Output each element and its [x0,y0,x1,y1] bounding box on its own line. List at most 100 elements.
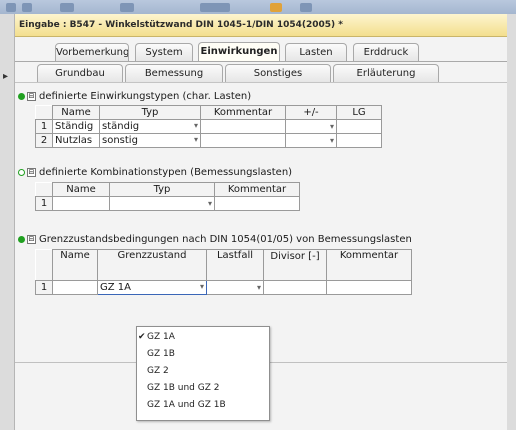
tab-row-1: Vorbemerkung System Einwirkungen Lasten … [15,42,507,63]
tab-vorbemerkung[interactable]: Vorbemerkung [55,43,129,61]
cell-divisor[interactable] [263,279,327,295]
column-header-grenzzustand[interactable]: Grenzzustand [97,249,207,281]
dropdown-arrow-icon[interactable]: ▾ [330,136,334,145]
status-dot-icon [18,168,25,176]
tab-lasten[interactable]: Lasten [285,43,347,61]
table-row: 1 GZ 1A ▾ ▾ [35,279,412,295]
panel-title: Eingabe : B547 - Winkelstützwand DIN 104… [19,20,344,30]
toolbar-icon[interactable] [120,3,134,12]
column-header-lastfall[interactable]: Lastfall [206,249,264,281]
section-einwirkungstypen-header[interactable]: ⊟ definierte Einwirkungstypen (char. Last… [18,91,251,102]
dropdown-arrow-icon[interactable]: ▾ [257,283,261,292]
row-number[interactable]: 1 [35,119,53,134]
dropdown-option[interactable]: GZ 1B [137,347,269,362]
dropdown-arrow-icon[interactable]: ▾ [194,121,198,130]
einwirkungstypen-table: Name Typ Kommentar +/- LG 1 Ständig stän… [35,105,382,148]
table-row: 2 Nutzlas sonstig ▾ ▾ [35,133,382,148]
column-header-lg[interactable]: LG [336,105,382,120]
column-header-name[interactable]: Name [52,249,98,281]
column-header-typ[interactable]: Typ [99,105,201,120]
row-number[interactable]: 1 [35,279,53,295]
dropdown-option[interactable]: GZ 1B und GZ 2 [137,381,269,396]
row-number[interactable]: 1 [35,196,53,211]
cell-typ[interactable]: ständig ▾ [99,119,201,134]
cell-lastfall[interactable]: ▾ [206,279,264,295]
cell-kommentar[interactable] [200,133,286,148]
tab-system[interactable]: System [135,43,193,61]
section-title: definierte Kombinationstypen (Bemessungs… [39,167,293,178]
option-label: GZ 2 [147,366,169,376]
cell-lg[interactable] [336,119,382,134]
tab-grundbau[interactable]: Grundbau [37,64,123,82]
column-header-divisor[interactable]: Divisor [-] [263,249,327,281]
row-number[interactable]: 2 [35,133,53,148]
cell-kommentar[interactable] [326,279,412,295]
tab-row-divider [15,82,507,83]
cell-name[interactable]: Ständig [52,119,100,134]
cell-typ[interactable]: sonstig ▾ [99,133,201,148]
grenzzustand-value: GZ 1A [100,281,131,293]
cell-plusminus[interactable]: ▾ [285,119,337,134]
checkmark-icon: ✔ [138,332,146,342]
app-toolbar-strip [0,0,516,14]
toolbar-icon[interactable] [300,3,312,12]
table-corner [35,249,53,281]
cell-typ[interactable]: ▾ [109,196,215,211]
cell-lg[interactable] [336,133,382,148]
right-dock-strip [506,14,516,430]
table-row: 1 Ständig ständig ▾ ▾ [35,119,382,134]
tab-erlaeuterung[interactable]: Erläuterung [333,64,439,82]
toolbar-icon[interactable] [270,3,282,12]
tab-bemessung[interactable]: Bemessung [125,64,223,82]
column-header-name[interactable]: Name [52,105,100,120]
toolbar-icon[interactable] [200,3,230,12]
section-grenzzustand-header[interactable]: ⊟ Grenzzustandsbedingungen nach DIN 1054(… [18,234,412,245]
tab-sonstiges[interactable]: Sonstiges [225,64,331,82]
cell-name[interactable]: Nutzlas [52,133,100,148]
dropdown-arrow-icon[interactable]: ▾ [200,282,204,291]
table-corner [35,105,53,120]
dropdown-option[interactable]: ✔ GZ 1A [137,330,269,345]
dropdown-arrow-icon[interactable]: ▾ [194,135,198,144]
table-corner [35,182,53,197]
cell-kommentar[interactable] [200,119,286,134]
toolbar-icon[interactable] [6,3,16,12]
column-header-name[interactable]: Name [52,182,110,197]
tab-erddruck[interactable]: Erddruck [353,43,419,61]
column-header-typ[interactable]: Typ [109,182,215,197]
option-label: GZ 1B [147,349,175,359]
dropdown-arrow-icon[interactable]: ▾ [208,199,212,208]
dropdown-option[interactable]: GZ 2 [137,364,269,379]
status-dot-icon [18,235,25,243]
toolbar-icon[interactable] [22,3,32,12]
panel-titlebar: Eingabe : B547 - Winkelstützwand DIN 104… [15,14,507,37]
collapse-icon[interactable]: ⊟ [27,234,36,244]
left-dock-strip: ▸ [0,14,14,430]
cell-name[interactable] [52,279,98,295]
cell-plusminus[interactable]: ▾ [285,133,337,148]
collapse-icon[interactable]: ⊟ [27,167,36,177]
column-header-kommentar[interactable]: Kommentar [200,105,286,120]
option-label: GZ 1A und GZ 1B [147,400,226,410]
tab-einwirkungen[interactable]: Einwirkungen [198,42,280,62]
cell-name[interactable] [52,196,110,211]
dock-arrow-icon[interactable]: ▸ [3,71,8,82]
tab-row-2: Grundbau Bemessung Sonstiges Erläuterung [15,64,507,84]
grenzzustand-select[interactable]: GZ 1A ▾ [97,279,207,295]
collapse-icon[interactable]: ⊟ [27,91,36,101]
dropdown-option[interactable]: GZ 1A und GZ 1B [137,398,269,413]
section-kombinationstypen-header[interactable]: ⊟ definierte Kombinationstypen (Bemessung… [18,167,292,178]
column-header-kommentar[interactable]: Kommentar [326,249,412,281]
column-header-kommentar[interactable]: Kommentar [214,182,300,197]
dropdown-arrow-icon[interactable]: ▾ [330,122,334,131]
tab-row-divider [15,61,507,62]
section-title: definierte Einwirkungstypen (char. Laste… [39,91,252,102]
toolbar-icon[interactable] [60,3,74,12]
option-label: GZ 1B und GZ 2 [147,383,220,393]
cell-typ-value: ständig [102,121,140,132]
option-label: GZ 1A [147,332,175,342]
column-header-plusminus[interactable]: +/- [285,105,337,120]
cell-kommentar[interactable] [214,196,300,211]
grenzzustand-table: Name Grenzzustand Lastfall Divisor [-] K… [35,249,412,295]
table-row: 1 ▾ [35,196,300,211]
